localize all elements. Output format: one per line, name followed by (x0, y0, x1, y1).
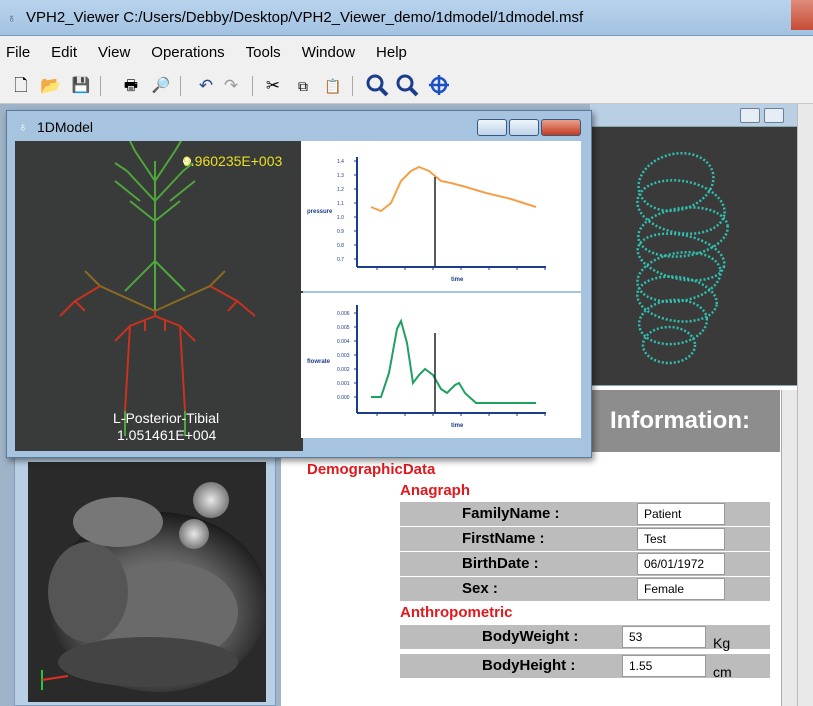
first-name-field[interactable]: Test (637, 528, 725, 550)
body-height-label: BodyHeight : (482, 657, 576, 674)
info-header: Information: (590, 390, 780, 452)
vessel-value-label: 1.051461E+004 (117, 427, 216, 443)
vessel-tree-graphic: 9.960235E+003 L-Posterior-Tibial 1.05146… (59, 140, 282, 443)
model-window-title: 1DModel (37, 119, 94, 135)
svg-text:0.000: 0.000 (337, 395, 350, 401)
app-title-bar: ♁ VPH2_Viewer C:/Users/Debby/Desktop/VPH… (0, 0, 813, 36)
row-sex: Sex : Female (400, 577, 770, 601)
mri-image[interactable] (28, 462, 266, 702)
menu-edit[interactable]: Edit (51, 44, 77, 61)
vessel-name-label: L-Posterior-Tibial (113, 410, 219, 426)
flowrate-xlabel: time (451, 423, 464, 429)
svg-text:0.003: 0.003 (337, 353, 350, 359)
menu-tools[interactable]: Tools (246, 44, 281, 61)
model-close-button[interactable] (541, 119, 581, 136)
paste-icon[interactable]: 📋 (322, 75, 344, 97)
svg-text:1.4: 1.4 (337, 159, 344, 165)
svg-text:0.9: 0.9 (337, 229, 344, 235)
print-preview-icon[interactable]: 🔎 (150, 75, 172, 97)
center-icon[interactable] (428, 74, 450, 96)
svg-text:0.005: 0.005 (337, 325, 350, 331)
model-maximize-button[interactable] (509, 119, 539, 136)
first-name-label: FirstName : (462, 530, 545, 547)
row-body-weight: BodyWeight : 53 Kg (400, 625, 770, 651)
pressure-ylabel: pressure (307, 209, 333, 215)
menu-help[interactable]: Help (376, 44, 407, 61)
menu-window[interactable]: Window (302, 44, 355, 61)
model-minimize-button[interactable] (477, 119, 507, 136)
body-weight-unit: Kg (713, 635, 731, 651)
redo-icon[interactable]: ↷ (220, 75, 242, 97)
row-birth-date: BirthDate : 06/01/1972 (400, 552, 770, 576)
svg-text:1.0: 1.0 (337, 215, 344, 221)
minimize-button[interactable] (740, 108, 760, 123)
pressure-chart[interactable]: 1.4 1.3 1.2 1.1 1.0 0.9 0.8 0.7 pressure time (301, 141, 581, 291)
save-icon[interactable]: 💾 (70, 75, 92, 97)
body-weight-field[interactable]: 53 (622, 626, 706, 648)
main-vertical-scrollbar[interactable] (797, 104, 813, 706)
ring-model-graphic (636, 151, 729, 365)
ring-view[interactable] (590, 126, 798, 386)
svg-text:1.1: 1.1 (337, 201, 344, 207)
svg-text:1.3: 1.3 (337, 173, 344, 179)
family-name-label: FamilyName : (462, 505, 560, 522)
info-scrollbar[interactable] (781, 390, 797, 706)
toolbar: 🗋 📂 💾 🖶 🔎 ↶ ↷ ✂ ⧉ 📋 (0, 68, 813, 104)
close-button[interactable] (791, 0, 813, 30)
body-height-unit: cm (713, 664, 732, 680)
flowrate-curve (371, 318, 536, 404)
model-window[interactable]: ♁ 1DModel 9.960235E+003 L-Posterior-Tibi… (6, 110, 592, 458)
body-weight-label: BodyWeight : (482, 628, 579, 645)
print-icon[interactable]: 🖶 (120, 75, 142, 97)
anagraph-label: Anagraph (400, 482, 471, 499)
vessel-tree-view[interactable]: 9.960235E+003 L-Posterior-Tibial 1.05146… (15, 140, 303, 451)
top-value-label: 9.960235E+003 (183, 153, 282, 169)
sex-label: Sex : (462, 580, 498, 597)
ring-view-titlebar (590, 104, 798, 126)
body-height-field[interactable]: 1.55 (622, 655, 706, 677)
pressure-curve (370, 165, 537, 213)
demographic-data-label: DemographicData (307, 461, 436, 478)
zoom-all-icon[interactable] (365, 73, 389, 99)
maximize-button[interactable] (764, 108, 784, 123)
model-window-titlebar[interactable]: ♁ 1DModel (7, 111, 591, 141)
menu-bar: File Edit View Operations Tools Window H… (0, 36, 813, 68)
menu-operations[interactable]: Operations (151, 44, 224, 61)
pressure-xlabel: time (451, 277, 464, 283)
svg-text:0.8: 0.8 (337, 243, 344, 249)
flowrate-ylabel: flowrate (307, 359, 331, 365)
row-body-height: BodyHeight : 1.55 cm (400, 654, 770, 680)
undo-icon[interactable]: ↶ (195, 75, 217, 97)
svg-text:1.2: 1.2 (337, 187, 344, 193)
svg-text:0.004: 0.004 (337, 339, 350, 345)
app-title: VPH2_Viewer C:/Users/Debby/Desktop/VPH2_… (26, 9, 584, 26)
flowrate-chart[interactable]: 0.006 0.005 0.004 0.003 0.002 0.001 0.000 flow… (301, 293, 581, 438)
copy-icon[interactable]: ⧉ (292, 75, 314, 97)
birth-date-field[interactable]: 06/01/1972 (637, 553, 725, 575)
family-name-field[interactable]: Patient (637, 503, 725, 525)
menu-file[interactable]: File (6, 44, 30, 61)
svg-text:0.001: 0.001 (337, 381, 350, 387)
menu-view[interactable]: View (98, 44, 130, 61)
zoom-selection-icon[interactable] (395, 73, 419, 99)
svg-text:0.7: 0.7 (337, 257, 344, 263)
sex-field[interactable]: Female (637, 578, 725, 600)
cut-icon[interactable]: ✂ (262, 75, 284, 97)
open-icon[interactable]: 📂 (40, 75, 62, 97)
window-icon: ♁ (18, 119, 28, 134)
row-first-name: FirstName : Test (400, 527, 770, 551)
svg-text:0.002: 0.002 (337, 367, 350, 373)
app-icon: ♁ (7, 11, 16, 25)
new-icon[interactable]: 🗋 (10, 75, 32, 97)
row-family-name: FamilyName : Patient (400, 502, 770, 526)
svg-text:0.006: 0.006 (337, 311, 350, 317)
birth-date-label: BirthDate : (462, 555, 539, 572)
anthropometric-label: Anthropometric (400, 604, 513, 621)
